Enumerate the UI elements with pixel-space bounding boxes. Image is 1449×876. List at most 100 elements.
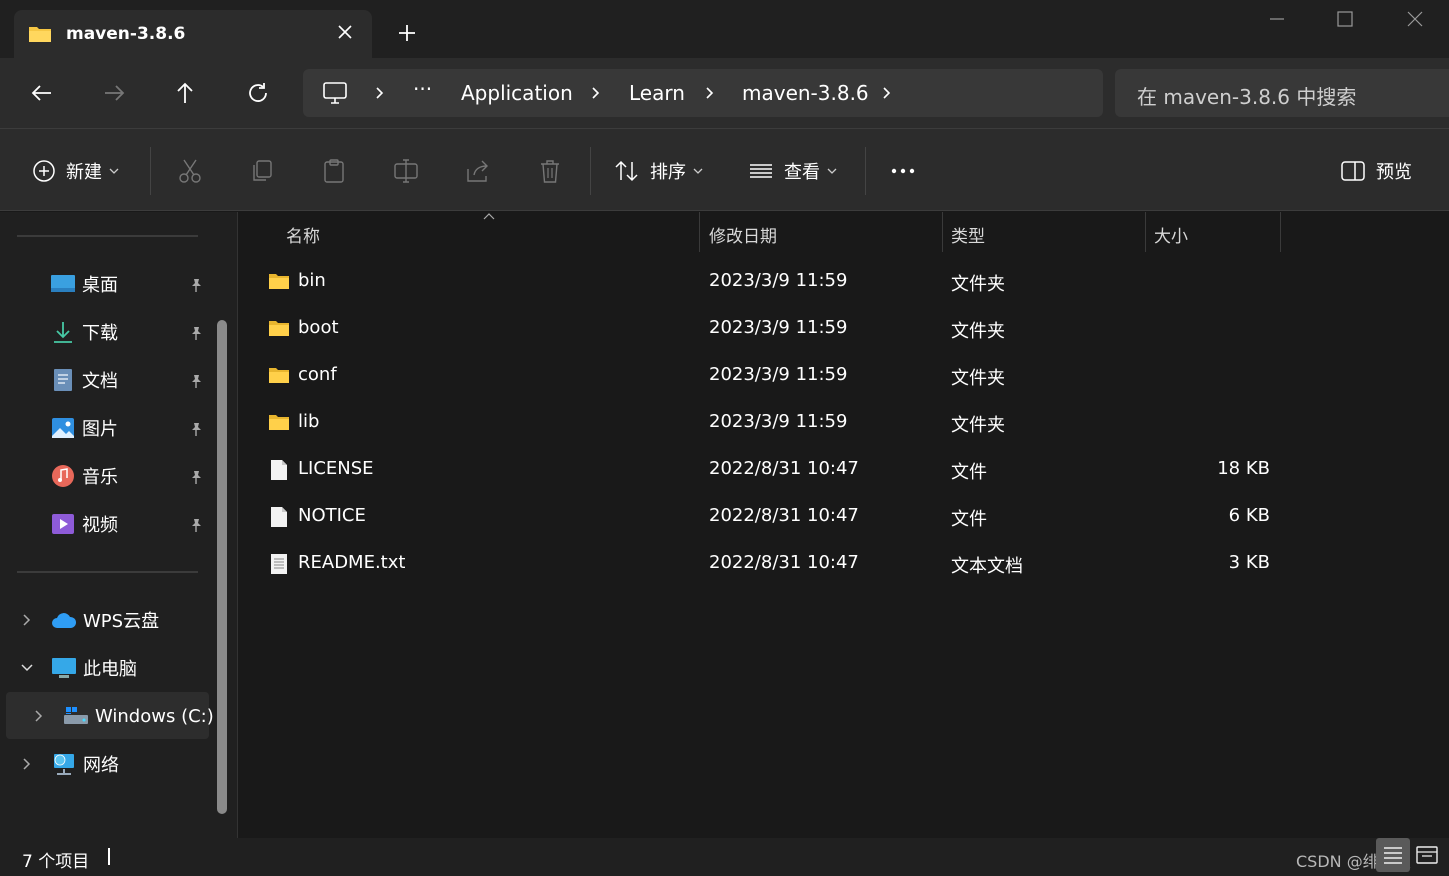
sidebar-item-network[interactable]: 网络 <box>20 749 119 779</box>
computer-icon[interactable] <box>322 80 348 106</box>
preview-pane-button[interactable]: 预览 <box>1340 157 1412 185</box>
sidebar-item-pictures[interactable]: 图片 <box>50 413 118 443</box>
pin-icon[interactable] <box>188 517 204 533</box>
column-divider[interactable] <box>1145 212 1146 252</box>
up-icon[interactable] <box>172 80 198 106</box>
view-button[interactable]: 查看 <box>748 157 838 185</box>
breadcrumb-application[interactable]: Application <box>461 81 573 105</box>
more-options-icon[interactable] <box>889 157 917 185</box>
copy-icon[interactable] <box>248 157 276 185</box>
maximize-icon[interactable] <box>1330 8 1360 30</box>
paste-icon[interactable] <box>320 157 348 185</box>
folder-icon <box>269 321 289 336</box>
sort-label: 排序 <box>650 162 686 183</box>
preview-view-icon[interactable] <box>1410 838 1444 872</box>
navigation-bar: ··· Application Learn maven-3.8.6 在 mave… <box>0 58 1449 128</box>
sidebar-item-windows-c[interactable]: Windows (C:) <box>32 701 214 731</box>
chevron-right-icon[interactable] <box>589 86 603 100</box>
breadcrumb-learn[interactable]: Learn <box>629 81 685 105</box>
file-icon <box>271 507 287 527</box>
file-type: 文件夹 <box>951 274 1005 295</box>
chevron-right-icon[interactable] <box>20 757 34 771</box>
minimize-icon[interactable] <box>1262 8 1292 30</box>
file-name: lib <box>298 411 320 432</box>
column-header-modified[interactable]: 修改日期 <box>709 222 777 247</box>
music-icon <box>52 465 74 487</box>
file-name: LICENSE <box>298 458 374 479</box>
sidebar-item-videos[interactable]: 视频 <box>50 509 118 539</box>
sidebar-item-label: Windows (C:) <box>95 705 214 727</box>
sidebar-scrollbar[interactable] <box>217 320 227 814</box>
file-type: 文件 <box>951 462 987 483</box>
file-name: boot <box>298 317 339 338</box>
new-button[interactable]: 新建 <box>32 157 120 185</box>
table-row[interactable]: NOTICE 2022/8/31 10:47 文件 6 KB <box>239 494 1449 541</box>
chevron-right-icon[interactable] <box>20 613 34 627</box>
toolbar-divider <box>865 147 866 195</box>
sidebar-item-documents[interactable]: 文档 <box>50 365 118 395</box>
sidebar-item-label: 网络 <box>83 755 119 776</box>
share-icon[interactable] <box>464 157 492 185</box>
sidebar-item-label: 桌面 <box>82 275 118 296</box>
table-row[interactable]: LICENSE 2022/8/31 10:47 文件 18 KB <box>239 447 1449 494</box>
folder-icon <box>269 274 289 289</box>
column-divider[interactable] <box>1280 212 1281 252</box>
pictures-icon <box>52 418 74 438</box>
details-view-icon[interactable] <box>1376 838 1410 872</box>
sidebar-item-this-pc[interactable]: 此电脑 <box>20 653 137 683</box>
table-row[interactable]: README.txt 2022/8/31 10:47 文本文档 3 KB <box>239 541 1449 588</box>
sort-button[interactable]: 排序 <box>614 157 704 185</box>
file-modified: 2023/3/9 11:59 <box>709 411 848 432</box>
column-header-size[interactable]: 大小 <box>1154 222 1188 247</box>
sidebar-item-desktop[interactable]: 桌面 <box>50 269 118 299</box>
close-window-icon[interactable] <box>1400 8 1430 30</box>
sidebar-item-wps-cloud[interactable]: WPS云盘 <box>20 605 159 635</box>
search-input[interactable]: 在 maven-3.8.6 中搜索 <box>1115 69 1449 117</box>
new-tab-icon[interactable] <box>396 22 418 44</box>
download-icon <box>54 322 72 343</box>
file-modified: 2022/8/31 10:47 <box>709 552 859 573</box>
tab-strip: maven-3.8.6 <box>0 0 1449 58</box>
back-icon[interactable] <box>29 80 55 106</box>
chevron-down-icon <box>827 168 837 174</box>
view-label: 查看 <box>784 162 820 183</box>
table-row[interactable]: conf 2023/3/9 11:59 文件夹 <box>239 353 1449 400</box>
sidebar-item-music[interactable]: 音乐 <box>50 461 118 491</box>
table-row[interactable]: boot 2023/3/9 11:59 文件夹 <box>239 306 1449 353</box>
sidebar-item-downloads[interactable]: 下载 <box>50 317 118 347</box>
pin-icon[interactable] <box>188 469 204 485</box>
column-header-name[interactable]: 名称 <box>286 222 320 247</box>
chevron-right-icon[interactable] <box>373 86 387 100</box>
pin-icon[interactable] <box>188 325 204 341</box>
chevron-right-icon[interactable] <box>880 86 894 100</box>
chevron-down-icon[interactable] <box>20 661 34 675</box>
address-bar[interactable]: ··· Application Learn maven-3.8.6 <box>303 69 1103 117</box>
sort-icon <box>615 160 638 182</box>
sidebar-item-label: 文档 <box>82 371 118 392</box>
refresh-icon[interactable] <box>245 80 271 106</box>
breadcrumb-overflow[interactable]: ··· <box>413 77 432 101</box>
cut-icon[interactable] <box>176 157 204 185</box>
pin-icon[interactable] <box>188 277 204 293</box>
new-label: 新建 <box>66 162 102 183</box>
chevron-right-icon[interactable] <box>703 86 717 100</box>
breadcrumb-maven[interactable]: maven-3.8.6 <box>742 81 869 105</box>
close-tab-icon[interactable] <box>334 21 356 43</box>
file-type: 文件夹 <box>951 368 1005 389</box>
tab-maven[interactable]: maven-3.8.6 <box>14 10 372 58</box>
table-row[interactable]: bin 2023/3/9 11:59 文件夹 <box>239 259 1449 306</box>
pin-icon[interactable] <box>188 421 204 437</box>
forward-icon[interactable] <box>101 80 127 106</box>
column-header-type[interactable]: 类型 <box>951 222 985 247</box>
chevron-right-icon[interactable] <box>32 709 46 723</box>
pin-icon[interactable] <box>188 373 204 389</box>
column-divider[interactable] <box>942 212 943 252</box>
column-divider[interactable] <box>699 212 700 252</box>
table-row[interactable]: lib 2023/3/9 11:59 文件夹 <box>239 400 1449 447</box>
rename-icon[interactable] <box>392 157 420 185</box>
toolbar-divider <box>590 147 591 195</box>
preview-pane-icon <box>1341 161 1365 181</box>
delete-icon[interactable] <box>536 157 564 185</box>
document-icon <box>54 369 72 391</box>
sidebar-item-label: WPS云盘 <box>83 611 160 632</box>
